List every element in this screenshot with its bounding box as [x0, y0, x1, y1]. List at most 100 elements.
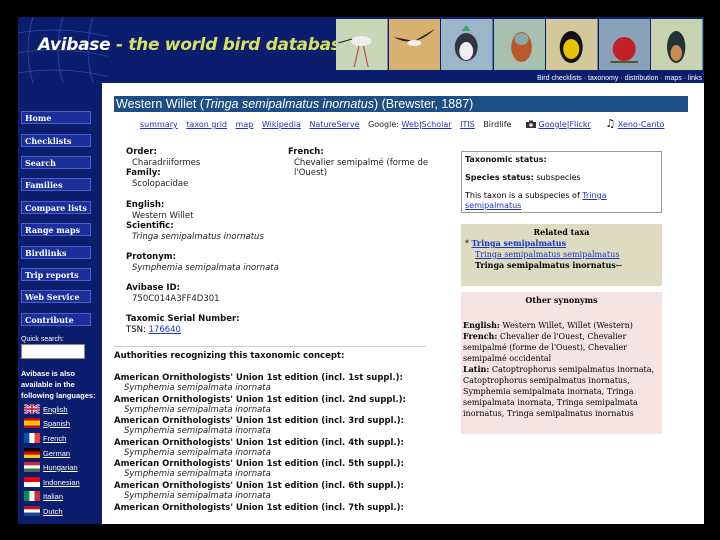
tab-google-web[interactable]: Web — [402, 120, 419, 129]
language-name: French — [43, 433, 67, 443]
tab-xeno-canto[interactable]: Xeno-Canto — [618, 120, 665, 129]
authority-name: American Ornithologists' Union 1st editi… — [114, 502, 404, 513]
authorities-list: American Ornithologists' Union 1st editi… — [114, 373, 444, 524]
language-name: Italian — [43, 491, 64, 501]
language-german[interactable]: German — [24, 447, 70, 459]
nav-compare-lists[interactable]: Compare lists — [21, 201, 91, 214]
language-indonesian[interactable]: Indonesian — [24, 476, 80, 488]
authority-row: American Ornithologists' Union 1st editi… — [114, 459, 444, 481]
language-name: English — [43, 404, 68, 414]
language-french[interactable]: French — [24, 432, 66, 444]
authority-name: American Ornithologists' Union 1st editi… — [114, 437, 404, 448]
bird-photo — [336, 19, 388, 70]
english-value: Western Willet — [132, 210, 194, 221]
french-value: Chevalier semipalmé (forme de l'Ouest) — [294, 157, 429, 179]
tab-photos-flickr[interactable]: Flickr — [569, 120, 590, 129]
related-bullet: * — [465, 239, 469, 248]
sidebar: Home Checklists Search Families Compare list… — [18, 83, 102, 524]
language-english[interactable]: English — [24, 403, 68, 415]
flag-it-icon — [24, 491, 40, 501]
nav-web-service[interactable]: Web Service — [21, 290, 91, 303]
language-name: Indonesian — [43, 477, 80, 487]
authority-row: American Ornithologists' Union 1st editi… — [114, 503, 444, 524]
language-dutch[interactable]: Dutch — [24, 505, 63, 517]
main-content: Western Willet (Tringa semipalmatus inor… — [102, 83, 704, 524]
logo-tagline: the world bird database — [128, 35, 352, 55]
authority-row: American Ornithologists' Union 1st editi… — [114, 481, 444, 503]
google-label: Google: — [368, 120, 399, 129]
browser-page: Avibase - the world bird database Bird c… — [18, 17, 704, 524]
quick-search-input[interactable] — [21, 344, 85, 359]
tsn-label: Taxomic Serial Number: — [126, 314, 240, 324]
related-species-link[interactable]: Tringa semipalmatus — [472, 238, 567, 248]
link-tabs: summary taxon grid map Wikipedia NatureS… — [140, 117, 664, 130]
tab-summary[interactable]: summary — [140, 120, 178, 129]
music-note-icon: ♫ — [605, 117, 616, 130]
nav-contribute[interactable]: Contribute — [21, 313, 91, 326]
quick-search-label: Quick search: — [21, 336, 64, 343]
nav-families[interactable]: Families — [21, 178, 91, 191]
protonym-label: Protonym: — [126, 252, 177, 262]
taxonomic-status-box: Taxonomic status: Species status: subspe… — [461, 151, 662, 213]
current-arrow-icon: ← — [615, 261, 623, 270]
flag-id-icon — [24, 477, 40, 487]
tab-photos-google[interactable]: Google — [539, 120, 567, 129]
other-synonyms-box: Other synonyms English: Western Willet, … — [461, 292, 662, 434]
title-author: ) (Brewster, 1887) — [373, 97, 474, 111]
authority-name: American Ornithologists' Union 1st editi… — [114, 373, 403, 383]
nav-home[interactable]: Home — [21, 111, 91, 124]
tab-birdlife[interactable]: Birdlife — [483, 120, 511, 129]
authorities-title: Authorities recognizing this taxonomic c… — [114, 351, 345, 361]
family-value: Scolopacidae — [132, 178, 189, 189]
nav-birdlinks[interactable]: Birdlinks — [21, 246, 91, 259]
synonyms-title: Other synonyms — [525, 295, 598, 305]
tab-wikipedia[interactable]: Wikipedia — [262, 120, 301, 129]
divider — [114, 346, 426, 347]
related-taxa-box: Related taxa * Tringa semipalmatus Tring… — [461, 224, 662, 286]
logo-brand: Avibase — [38, 35, 111, 55]
nav-range-maps[interactable]: Range maps — [21, 223, 91, 236]
authority-row: American Ornithologists' Union 1st editi… — [114, 416, 444, 438]
related-taxa-title: Related taxa — [533, 227, 590, 237]
bird-photo — [546, 19, 598, 70]
language-italian[interactable]: Italian — [24, 490, 63, 502]
language-spanish[interactable]: Spanish — [24, 417, 70, 429]
syn-french-label: French: — [463, 331, 498, 341]
subspecies-text: This taxon is a subspecies of — [465, 191, 583, 200]
authority-name: American Ornithologists' Union 1st editi… — [114, 394, 406, 405]
nav-search[interactable]: Search — [21, 156, 91, 169]
avibase-id-value: 750C014A3FF4D301 — [132, 293, 220, 304]
flag-uk-icon — [24, 404, 40, 414]
nav-trip-reports[interactable]: Trip reports — [21, 268, 91, 281]
authority-name: American Ornithologists' Union 1st editi… — [114, 459, 404, 470]
tab-taxon-grid[interactable]: taxon grid — [186, 120, 227, 129]
site-logo[interactable]: Avibase - the world bird database — [38, 35, 352, 55]
language-hungarian[interactable]: Hungarian — [24, 461, 78, 473]
tab-map[interactable]: map — [236, 120, 254, 129]
syn-english-label: English: — [463, 320, 500, 330]
tab-itis[interactable]: ITIS — [460, 120, 475, 129]
related-subspecies-link[interactable]: Tringa semipalmatus semipalmatus — [475, 250, 619, 259]
taxon-info: Order: Charadriiformes Family: Scolopaci… — [126, 147, 296, 341]
title-scientific: Tringa semipalmatus inornatus — [203, 97, 374, 111]
nav-checklists[interactable]: Checklists — [21, 134, 91, 147]
bird-photo — [651, 19, 704, 70]
tsn-link[interactable]: 176640 — [149, 325, 181, 335]
page-title: Western Willet (Tringa semipalmatus inor… — [114, 96, 688, 112]
authority-species: Symphemia semipalmata inornata — [124, 490, 271, 501]
scientific-label: Scientific: — [126, 221, 174, 231]
tab-google-scholar[interactable]: Scholar — [422, 120, 452, 129]
related-current-taxon: Tringa semipalmatus inornatus — [475, 260, 616, 270]
language-name: Spanish — [43, 418, 71, 428]
logo-separator: - — [110, 35, 129, 55]
species-status-value: subspecies — [536, 173, 581, 182]
language-name: Hungarian — [43, 462, 78, 472]
tab-natureserve[interactable]: NatureServe — [309, 120, 359, 129]
flag-nl-icon — [24, 506, 40, 516]
bird-photo — [493, 19, 546, 70]
camera-icon — [525, 120, 536, 128]
order-label: Order: — [126, 147, 157, 157]
english-label: English: — [126, 200, 165, 210]
header-links[interactable]: Bird checklists · taxonomy · distributio… — [537, 75, 702, 82]
taxonomic-status-label: Taxonomic status: — [465, 155, 547, 164]
